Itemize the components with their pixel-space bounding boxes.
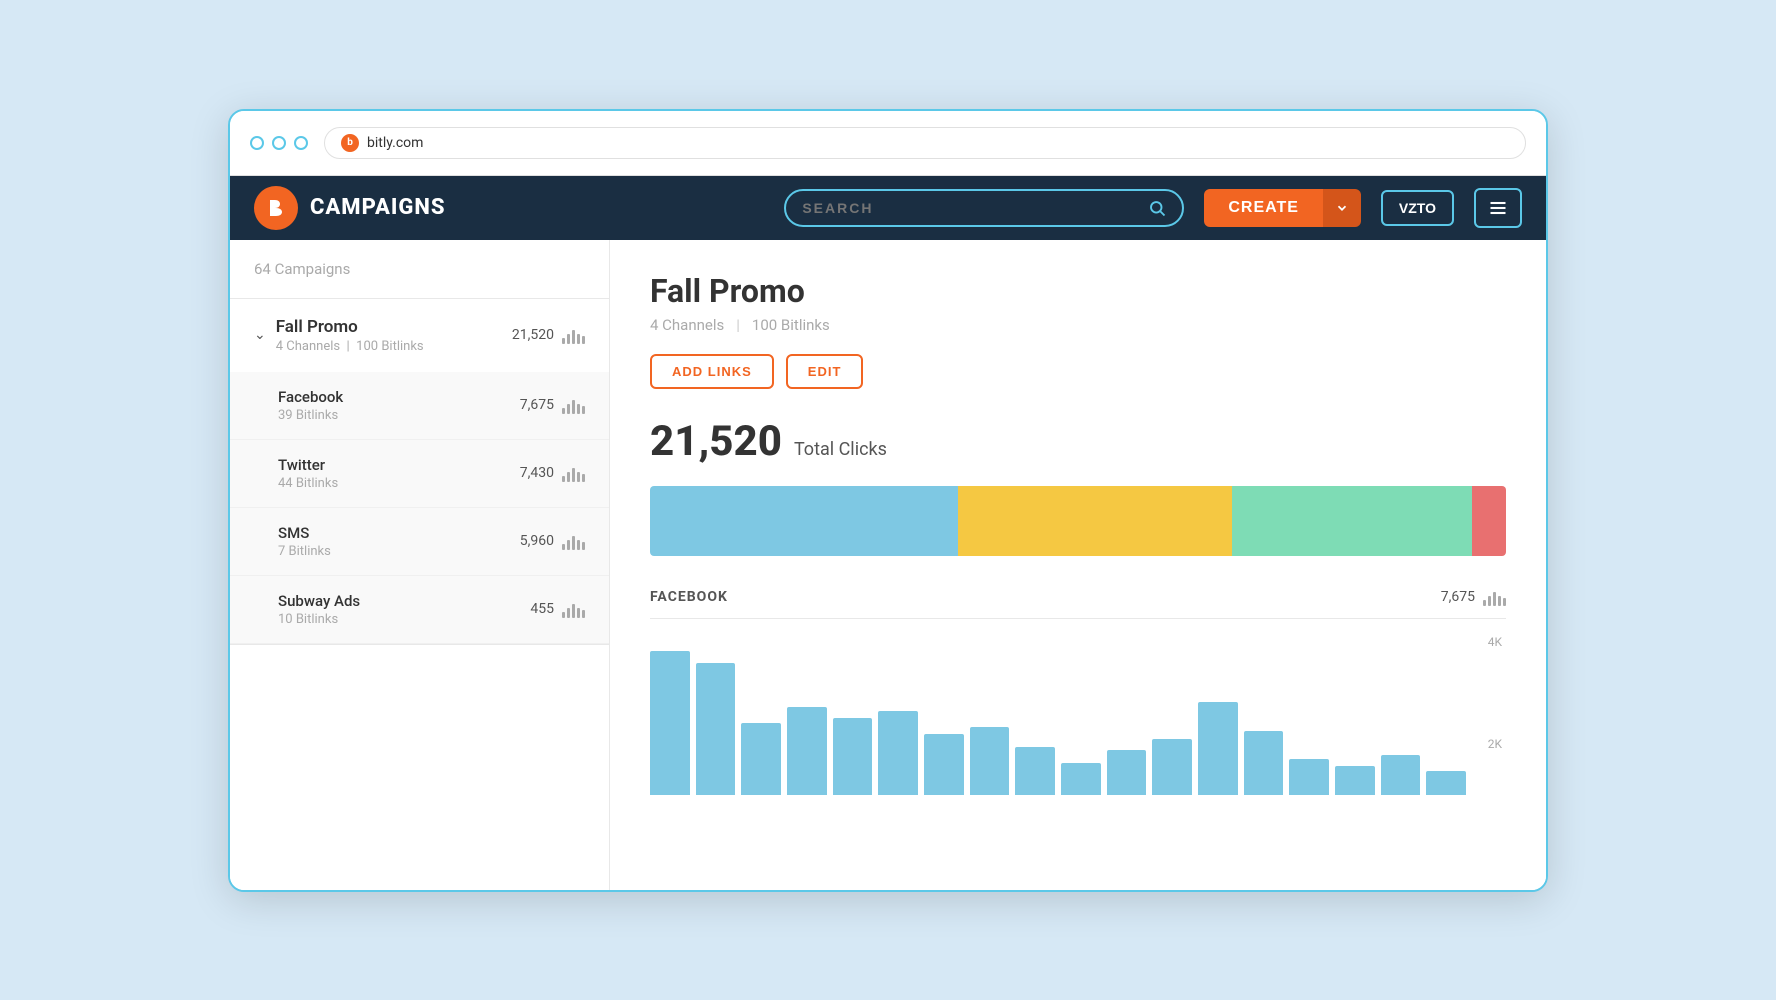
edit-button[interactable]: EDIT (786, 354, 864, 389)
create-button-group: CREATE (1204, 189, 1361, 227)
campaigns-count: 64 Campaigns (230, 240, 609, 299)
clicks-number: 21,520 (650, 417, 782, 466)
y-label-4k: 4K (1488, 635, 1502, 649)
url-text: bitly.com (367, 135, 423, 151)
campaign-info: Fall Promo 4 Channels | 100 Bitlinks (276, 317, 502, 354)
address-bar[interactable]: b bitly.com (324, 127, 1526, 159)
chart-bar (650, 651, 690, 795)
menu-button[interactable] (1474, 188, 1522, 228)
facebook-chart-section: FACEBOOK 7,675 4K (650, 588, 1506, 795)
campaign-meta: 4 Channels | 100 Bitlinks (276, 339, 502, 354)
chart-bar (1015, 747, 1055, 795)
total-clicks: 21,520 Total Clicks (650, 417, 1506, 466)
chart-bar (970, 727, 1010, 794)
browser-dot-3[interactable] (294, 136, 308, 150)
stacked-bar-segment (650, 486, 958, 556)
chart-y-labels: 4K 2K (1488, 635, 1506, 795)
channel-item-twitter[interactable]: Twitter 44 Bitlinks 7,430 (230, 440, 609, 508)
subway-stats: 455 (530, 600, 585, 618)
channel-info-facebook: Facebook 39 Bitlinks (278, 388, 520, 423)
facebook-section-icon (1483, 588, 1506, 606)
create-dropdown-button[interactable] (1323, 189, 1361, 227)
chart-bar (1198, 702, 1238, 795)
browser-dots (250, 136, 308, 150)
campaign-chevron-icon: ⌄ (254, 327, 266, 343)
panel-title: Fall Promo (650, 272, 1506, 310)
user-button[interactable]: VZTO (1381, 190, 1454, 226)
facebook-bar-chart: 4K 2K (650, 635, 1506, 795)
sms-stats: 5,960 (520, 532, 585, 550)
channel-item-subway[interactable]: Subway Ads 10 Bitlinks 455 (230, 576, 609, 644)
browser-dot-1[interactable] (250, 136, 264, 150)
chart-bar (1289, 759, 1329, 794)
app-title: CAMPAIGNS (310, 195, 446, 220)
campaign-header[interactable]: ⌄ Fall Promo 4 Channels | 100 Bitlinks 2… (230, 299, 609, 372)
chart-bars (650, 635, 1506, 795)
search-section (784, 189, 1184, 227)
search-bar[interactable] (784, 189, 1184, 227)
chart-bar (924, 734, 964, 795)
site-favicon: b (341, 134, 359, 152)
clicks-label: Total Clicks (794, 439, 887, 460)
channel-info-twitter: Twitter 44 Bitlinks (278, 456, 520, 491)
chart-bar (1381, 755, 1421, 795)
facebook-chart-icon (562, 396, 585, 414)
search-input[interactable] (802, 200, 1138, 216)
channel-info-sms: SMS 7 Bitlinks (278, 524, 520, 559)
search-icon (1148, 199, 1166, 217)
channel-chart-title: FACEBOOK (650, 589, 728, 605)
sidebar: 64 Campaigns ⌄ Fall Promo 4 Channels | 1… (230, 240, 610, 890)
logo-icon (254, 186, 298, 230)
twitter-chart-icon (562, 464, 585, 482)
channel-chart-header: FACEBOOK 7,675 (650, 588, 1506, 619)
meta-divider: | (736, 316, 740, 334)
chart-bar (741, 723, 781, 795)
chart-bar (1061, 763, 1101, 795)
panel-bitlinks: 100 Bitlinks (752, 316, 830, 334)
browser-dot-2[interactable] (272, 136, 286, 150)
chart-bar (1244, 731, 1284, 795)
chart-bar (696, 663, 736, 794)
stacked-bar-segment (958, 486, 1232, 556)
right-panel: Fall Promo 4 Channels | 100 Bitlinks ADD… (610, 240, 1546, 890)
channel-item-facebook[interactable]: Facebook 39 Bitlinks 7,675 (230, 372, 609, 440)
browser-window: b bitly.com CAMPAIGNS CREATE (228, 109, 1548, 892)
sms-chart-icon (562, 532, 585, 550)
channel-info-subway: Subway Ads 10 Bitlinks (278, 592, 530, 627)
facebook-stats: 7,675 (520, 396, 585, 414)
panel-actions: ADD LINKS EDIT (650, 354, 1506, 389)
y-label-2k: 2K (1488, 737, 1502, 751)
stacked-bar-chart (650, 486, 1506, 556)
chevron-down-icon (1335, 201, 1349, 215)
chart-bar (878, 711, 918, 794)
channel-chart-count: 7,675 (1441, 588, 1506, 606)
channel-item-sms[interactable]: SMS 7 Bitlinks 5,960 (230, 508, 609, 576)
subway-chart-icon (562, 600, 585, 618)
hamburger-icon (1488, 198, 1508, 218)
campaign-item: ⌄ Fall Promo 4 Channels | 100 Bitlinks 2… (230, 299, 609, 645)
twitter-stats: 7,430 (520, 464, 585, 482)
main-content: 64 Campaigns ⌄ Fall Promo 4 Channels | 1… (230, 240, 1546, 890)
stats-chart-icon (562, 326, 585, 344)
create-button[interactable]: CREATE (1204, 189, 1323, 227)
app-header: CAMPAIGNS CREATE VZTO (230, 176, 1546, 240)
add-links-button[interactable]: ADD LINKS (650, 354, 774, 389)
chart-bar (833, 718, 873, 795)
chart-bar (1152, 739, 1192, 795)
app-logo: CAMPAIGNS (254, 186, 446, 230)
campaign-stats: 21,520 (512, 326, 585, 344)
chart-bar (1335, 766, 1375, 795)
stacked-bar-segment (1472, 486, 1506, 556)
chart-bar (787, 707, 827, 795)
chart-bar (1107, 750, 1147, 795)
chart-bar (1426, 771, 1466, 795)
browser-chrome: b bitly.com (230, 111, 1546, 176)
stacked-bar-segment (1232, 486, 1472, 556)
campaign-name: Fall Promo (276, 317, 502, 337)
panel-channels: 4 Channels (650, 316, 724, 334)
panel-meta: 4 Channels | 100 Bitlinks (650, 316, 1506, 334)
